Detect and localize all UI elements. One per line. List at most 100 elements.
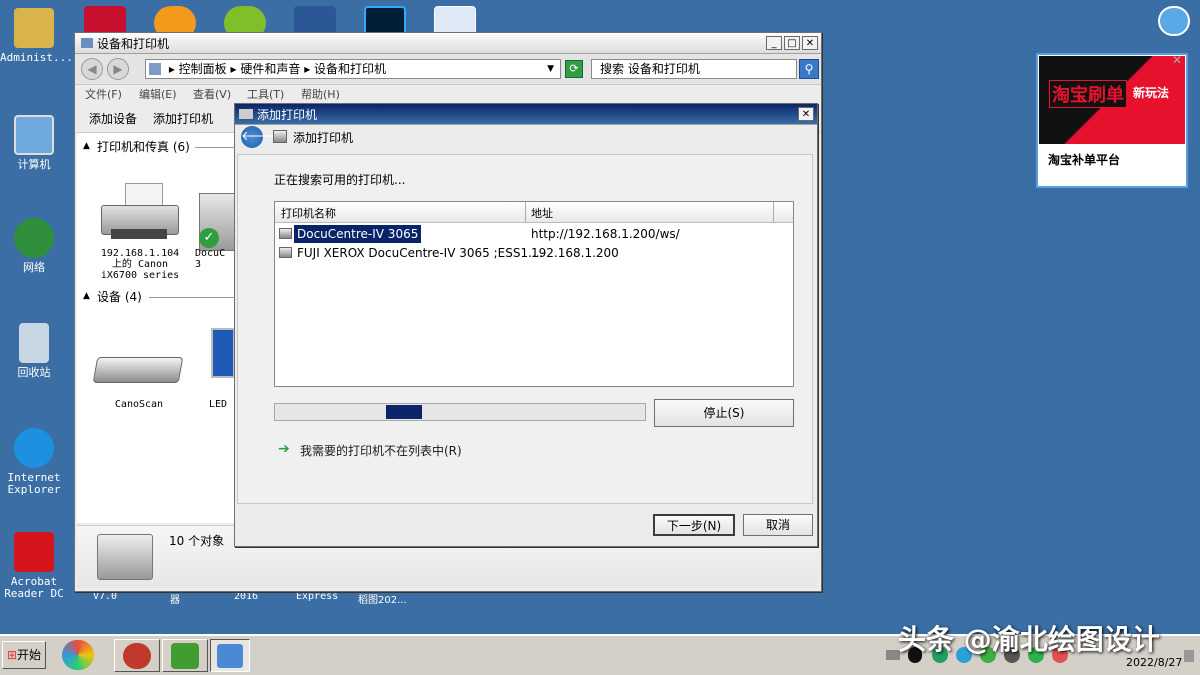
ad-popup[interactable]: 淘宝刷单 新玩法 ✕ 淘宝补单平台 [1036,53,1188,188]
ad-caption: 淘宝补单平台 [1048,153,1121,167]
network-icon [14,218,54,258]
add-printer-button[interactable]: 添加打印机 [153,106,213,132]
cancel-button-label: 取消 [765,518,790,532]
next-button[interactable]: 下一步(N) [653,514,735,536]
back-button[interactable]: ◀ [81,58,103,80]
dialog-back-icon[interactable]: 🡐 [241,126,276,148]
monitor-icon[interactable] [211,328,235,378]
printer-group-icon [97,534,153,580]
computer-icon [14,115,54,155]
explorer-titlebar[interactable]: 设备和打印机 _ □ ✕ [75,33,821,54]
cancel-button[interactable]: 取消 [743,514,813,536]
dialog-close-button[interactable]: ✕ [798,107,814,121]
taskbar-app-devices-icon [217,644,243,668]
desktop-icon-recycle-bin[interactable]: 回收站 [0,323,68,379]
ad-banner-text: 淘宝刷单 [1049,80,1127,108]
search-icon[interactable]: ⚲ [799,59,819,79]
minimize-button[interactable]: _ [766,36,782,50]
control-panel-icon [149,63,161,75]
taskbar-app-coreldraw-icon [171,643,199,669]
stop-button-label: 停止(S) [703,406,745,420]
taskbar-app-button[interactable] [162,639,208,672]
menu-view[interactable]: 查看(V) [193,85,231,105]
stop-button[interactable]: 停止(S) [654,399,794,427]
breadcrumb-separator: ▸ [230,62,241,76]
scanner-icon[interactable] [92,351,184,387]
printer-row-icon [279,228,292,239]
taskbar-app-globe-icon [123,643,151,669]
table-row[interactable]: DocuCentre-IV 3065 http://192.168.1.200/… [277,225,793,243]
close-button[interactable]: ✕ [802,36,818,50]
list-header: 打印机名称 地址 [275,202,793,223]
start-button[interactable]: ⊞开始 [2,641,46,669]
printer-header-icon [273,130,287,143]
desktop-icon-label: 网络 [23,261,45,274]
printer-icon[interactable] [97,183,181,247]
window-title: 设备和打印机 [97,36,170,51]
desktop-icon-label: Administ... [0,51,73,64]
collapse-icon[interactable]: ▲ [83,141,90,151]
forward-button[interactable]: ▶ [107,58,129,80]
user-folder-icon [14,8,54,48]
bird-mascot-icon[interactable] [1158,6,1190,36]
collapse-icon[interactable]: ▲ [83,291,90,301]
next-button-label: 下一步(N) [666,519,722,533]
breadcrumb-item[interactable]: 硬件和声音 [240,62,300,76]
desktop-icon-label: Internet Explorer [7,471,61,496]
folder-icon [81,38,93,48]
searching-text: 正在搜索可用的打印机... [274,173,406,187]
ad-banner[interactable]: 淘宝刷单 新玩法 [1039,56,1185,144]
dialog-panel: 正在搜索可用的打印机... 打印机名称 地址 DocuCentre-IV 306… [237,154,813,504]
taskbar-app-button-active[interactable] [210,639,250,672]
desktop-icon-label: 计算机 [17,158,51,171]
breadcrumb-separator: ▸ [168,62,179,76]
search-progress-bar [274,403,646,421]
ad-close-icon[interactable]: ✕ [1172,53,1182,67]
desktop-icon-acrobat[interactable]: Acrobat Reader DC [0,532,68,600]
recycle-bin-icon [19,323,49,363]
printer-name: FUJI XEROX DocuCentre-IV 3065 ;ESS1.... [297,246,544,260]
add-device-button[interactable]: 添加设备 [89,106,137,132]
table-row[interactable]: FUJI XEROX DocuCentre-IV 3065 ;ESS1.... … [277,244,793,262]
desktop-icon-label: 回收站 [17,366,51,379]
menu-edit[interactable]: 编辑(E) [139,85,177,105]
desktop-bottom-label: 稻图202... [358,595,407,606]
printers-section-header[interactable]: 打印机和传真 (6) [97,138,190,155]
object-count: 10 个对象 [169,534,225,548]
search-input[interactable]: 搜索 设备和打印机 [591,59,797,79]
menu-help[interactable]: 帮助(H) [301,85,340,105]
breadcrumb-item[interactable]: 设备和打印机 [314,62,386,76]
dialog-header: 添加打印机 [293,131,354,145]
desktop-bottom-label: V7.0 [93,591,118,602]
printer-list[interactable]: 打印机名称 地址 DocuCentre-IV 3065 http://192.1… [274,201,794,387]
column-header-address[interactable]: 地址 [531,205,553,221]
menu-tools[interactable]: 工具(T) [247,85,284,105]
column-header-name[interactable]: 打印机名称 [281,205,336,221]
ad-banner-small-text: 新玩法 [1133,86,1170,100]
refresh-button[interactable]: ⟳ [565,60,583,78]
desktop-icon-ie[interactable]: Internet Explorer [0,428,68,496]
taskbar-app-colorful-icon[interactable] [62,640,94,670]
arrow-right-icon: ➔ [278,441,290,457]
printer-row-icon [279,247,292,258]
desktop-bottom-label: Express [296,591,339,602]
desktop-icon-administrator[interactable]: Administ... [0,8,73,64]
desktop-icon-network[interactable]: 网络 [0,218,68,274]
breadcrumb-item[interactable]: 控制面板 [179,62,227,76]
taskbar-app-button[interactable] [114,639,160,672]
monitor-label: LED [209,399,228,410]
chevron-down-icon[interactable]: ▼ [547,60,554,78]
address-bar[interactable]: ▸ 控制面板 ▸ 硬件和声音 ▸ 设备和打印机 ▼ [145,59,561,79]
menu-file[interactable]: 文件(F) [85,85,122,105]
add-printer-dialog: 添加打印机 ✕ 🡐 添加打印机 正在搜索可用的打印机... 打印机名称 地址 D… [234,103,818,547]
dialog-titlebar[interactable]: 添加打印机 ✕ [235,104,817,125]
acrobat-icon [14,532,54,572]
dialog-title: 添加打印机 [257,107,318,122]
desktop-icon-computer[interactable]: 计算机 [0,115,68,171]
maximize-button[interactable]: □ [784,36,800,50]
internet-explorer-icon [14,428,54,468]
not-listed-link[interactable]: 我需要的打印机不在列表中(R) [300,442,462,459]
show-desktop-icon[interactable] [1184,650,1194,662]
devices-section-header[interactable]: 设备 (4) [97,288,142,305]
progress-fill [386,405,422,419]
